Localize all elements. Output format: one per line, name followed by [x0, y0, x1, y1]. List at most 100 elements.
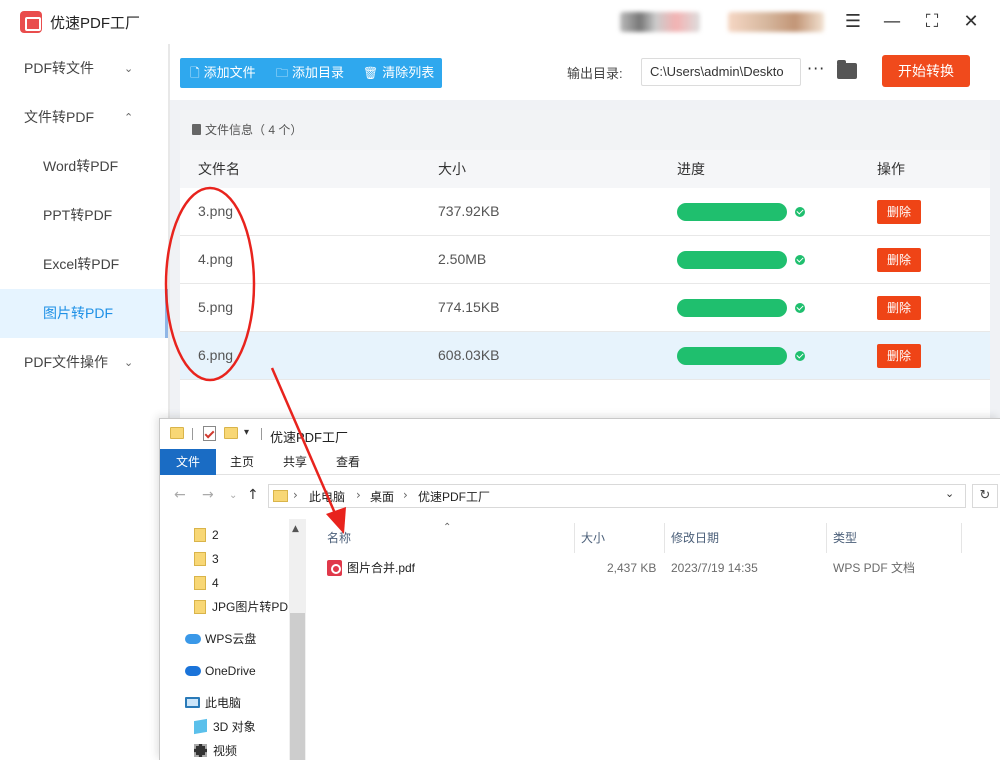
divider: [192, 428, 193, 440]
sidebar-item-word-to-pdf[interactable]: Word转PDF: [0, 142, 168, 191]
chevron-down-icon: ⌄: [124, 356, 134, 369]
nav-item-3d-objects[interactable]: 3D 对象: [194, 716, 256, 738]
add-directory-button[interactable]: 🗀 添加目录: [276, 58, 344, 88]
up-arrow-icon[interactable]: ↑: [247, 487, 259, 503]
tab-view[interactable]: 查看: [336, 449, 360, 475]
breadcrumb-this-pc[interactable]: 此电脑: [309, 488, 345, 505]
file-date: 2023/7/19 14:35: [671, 561, 758, 575]
file-size: 774.15KB: [438, 299, 500, 315]
maximize-icon[interactable]: ⛶: [920, 10, 944, 34]
properties-icon[interactable]: [203, 426, 216, 441]
nav-item-videos[interactable]: 视频: [194, 740, 237, 760]
column-header-size: 大小: [438, 161, 466, 177]
file-row[interactable]: 图片合并.pdf 2,437 KB 2023/7/19 14:35 WPS PD…: [307, 557, 1000, 579]
delete-button[interactable]: 删除: [877, 344, 921, 368]
back-arrow-icon[interactable]: ←: [174, 487, 186, 503]
nav-scrollbar[interactable]: ▲: [289, 519, 306, 760]
scrollbar-thumb[interactable]: [290, 613, 305, 760]
chevron-down-icon[interactable]: ⌄: [945, 487, 954, 500]
nav-item-folder-4[interactable]: 4: [194, 572, 219, 594]
progress-bar: [677, 299, 787, 317]
sidebar-item-pdf-to-file[interactable]: PDF转文件 ⌄: [0, 44, 168, 93]
forward-arrow-icon[interactable]: →: [202, 487, 214, 503]
breadcrumb-separator-icon: ›: [403, 488, 408, 502]
sidebar-item-excel-to-pdf[interactable]: Excel转PDF: [0, 240, 168, 289]
sidebar-item-file-to-pdf[interactable]: 文件转PDF ⌃: [0, 93, 168, 142]
more-options-button[interactable]: ···: [807, 59, 825, 78]
file-size: 2,437 KB: [607, 561, 657, 575]
breadcrumb-folder[interactable]: 优速PDF工厂: [418, 488, 490, 505]
nav-item-label: 此电脑: [205, 696, 242, 710]
check-circle-icon: [795, 255, 805, 265]
add-file-button[interactable]: 🗋 添加文件: [190, 58, 256, 88]
sidebar-item-ppt-to-pdf[interactable]: PPT转PDF: [0, 191, 168, 240]
delete-button[interactable]: 删除: [877, 248, 921, 272]
nav-item-folder-3[interactable]: 3: [194, 548, 219, 570]
add-file-label: 添加文件: [203, 65, 256, 80]
column-header-type[interactable]: 类型: [827, 523, 962, 553]
nav-item-onedrive[interactable]: OneDrive: [185, 660, 256, 682]
explorer-title-bar: ▾ 优速PDF工厂: [160, 419, 1000, 449]
document-icon: [192, 124, 201, 135]
table-row[interactable]: 4.png 2.50MB 删除: [180, 236, 990, 284]
nav-item-wps-cloud[interactable]: WPS云盘: [185, 628, 256, 650]
delete-button[interactable]: 删除: [877, 296, 921, 320]
folder-icon[interactable]: [837, 60, 857, 79]
user-account-name[interactable]: [728, 12, 824, 32]
folder-icon: [273, 490, 288, 502]
file-name: 4.png: [198, 251, 234, 267]
close-icon[interactable]: ✕: [959, 10, 983, 34]
nav-item-label: JPG图片转PDF: [212, 600, 289, 614]
column-header-date[interactable]: 修改日期: [665, 523, 827, 553]
folder-icon: [194, 576, 206, 590]
menu-icon[interactable]: ☰: [841, 10, 865, 34]
tab-share[interactable]: 共享: [283, 449, 307, 475]
sidebar-item-label: PDF转文件: [24, 60, 94, 76]
tab-file[interactable]: 文件: [160, 449, 216, 475]
tab-home[interactable]: 主页: [230, 449, 254, 475]
column-header-size[interactable]: 大小: [575, 523, 665, 553]
table-row[interactable]: 3.png 737.92KB 删除: [180, 188, 990, 236]
progress-bar: [677, 347, 787, 365]
output-directory-field[interactable]: C:\Users\admin\Deskto: [641, 58, 801, 86]
progress-bar: [677, 203, 787, 221]
nav-item-label: OneDrive: [205, 664, 256, 678]
address-bar[interactable]: › 此电脑 › 桌面 › 优速PDF工厂: [268, 484, 966, 508]
user-avatar[interactable]: [620, 12, 700, 32]
start-conversion-button[interactable]: 开始转换: [882, 55, 970, 87]
minimize-icon[interactable]: —: [880, 10, 904, 34]
file-icon: 🗋: [190, 66, 200, 80]
column-header-name[interactable]: 名称 ⌃: [307, 522, 575, 553]
folder-icon: [194, 552, 206, 566]
delete-button[interactable]: 删除: [877, 200, 921, 224]
add-directory-label: 添加目录: [292, 65, 345, 80]
check-circle-icon: [795, 351, 805, 361]
navigation-pane: 2 3 4 JPG图片转PDF WPS云盘 OneDrive 此电脑 3D 对象…: [160, 519, 307, 760]
scroll-up-icon[interactable]: ▲: [292, 524, 299, 534]
recent-dropdown-icon[interactable]: ⌄: [229, 490, 237, 501]
chevron-up-icon: ⌃: [124, 111, 134, 124]
folder-icon: [194, 600, 206, 614]
refresh-icon[interactable]: ↻: [972, 484, 998, 508]
new-folder-icon[interactable]: [224, 427, 238, 439]
table-row[interactable]: 6.png 608.03KB 删除: [180, 332, 990, 380]
file-count-text: 文件信息（ 4 个）: [205, 123, 303, 137]
column-label: 大小: [581, 531, 606, 545]
file-name: 3.png: [198, 203, 234, 219]
app-title: 优速PDF工厂: [50, 15, 141, 32]
sidebar-item-image-to-pdf[interactable]: 图片转PDF: [0, 289, 168, 338]
video-icon: [194, 744, 207, 757]
column-label: 类型: [833, 531, 858, 545]
clear-list-button[interactable]: 🗑 清除列表: [363, 58, 434, 88]
sidebar-item-label: PPT转PDF: [43, 207, 113, 223]
nav-item-jpg-folder[interactable]: JPG图片转PDF: [194, 596, 289, 618]
nav-item-folder-2[interactable]: 2: [194, 524, 219, 546]
table-row[interactable]: 5.png 774.15KB 删除: [180, 284, 990, 332]
3d-objects-icon: [194, 718, 207, 735]
nav-item-this-pc[interactable]: 此电脑: [185, 692, 241, 714]
file-explorer-window: ▾ 优速PDF工厂 文件 主页 共享 查看 ← → ⌄ ↑ › 此电脑 › 桌面…: [159, 418, 1000, 760]
column-header-progress: 进度: [677, 161, 705, 177]
breadcrumb-desktop[interactable]: 桌面: [370, 488, 394, 505]
sidebar-item-pdf-operations[interactable]: PDF文件操作 ⌄: [0, 338, 168, 387]
customize-toolbar-icon[interactable]: ▾: [244, 427, 249, 438]
